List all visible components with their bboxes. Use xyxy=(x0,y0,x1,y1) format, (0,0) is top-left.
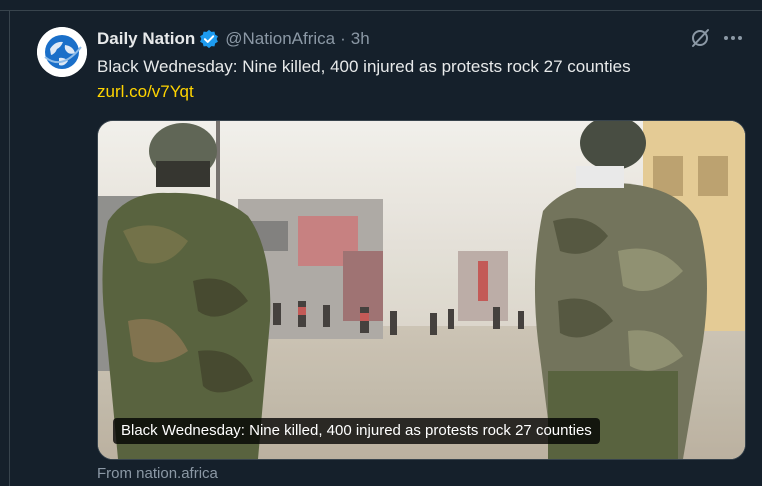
link-card[interactable]: Black Wednesday: Nine killed, 400 injure… xyxy=(97,120,746,460)
column-border xyxy=(9,10,10,486)
card-source[interactable]: From nation.africa xyxy=(97,465,218,482)
timestamp[interactable]: 3h xyxy=(351,29,370,49)
avatar[interactable] xyxy=(37,27,87,77)
more-icon[interactable] xyxy=(722,30,744,46)
news-photo xyxy=(98,121,745,459)
tweet-header: Daily Nation @NationAfrica · 3h xyxy=(97,28,370,50)
globe-logo-icon xyxy=(37,27,87,77)
handle[interactable]: @NationAfrica xyxy=(225,29,335,49)
tweet-link[interactable]: zurl.co/v7Yqt xyxy=(97,82,194,102)
verified-badge-icon xyxy=(200,29,219,49)
card-caption: Black Wednesday: Nine killed, 400 injure… xyxy=(113,418,600,444)
separator-dot: · xyxy=(340,29,346,48)
tweet-text: Black Wednesday: Nine killed, 400 injure… xyxy=(97,57,631,76)
grok-icon[interactable] xyxy=(689,27,711,49)
timeline-divider xyxy=(0,0,762,11)
display-name[interactable]: Daily Nation xyxy=(97,29,195,49)
